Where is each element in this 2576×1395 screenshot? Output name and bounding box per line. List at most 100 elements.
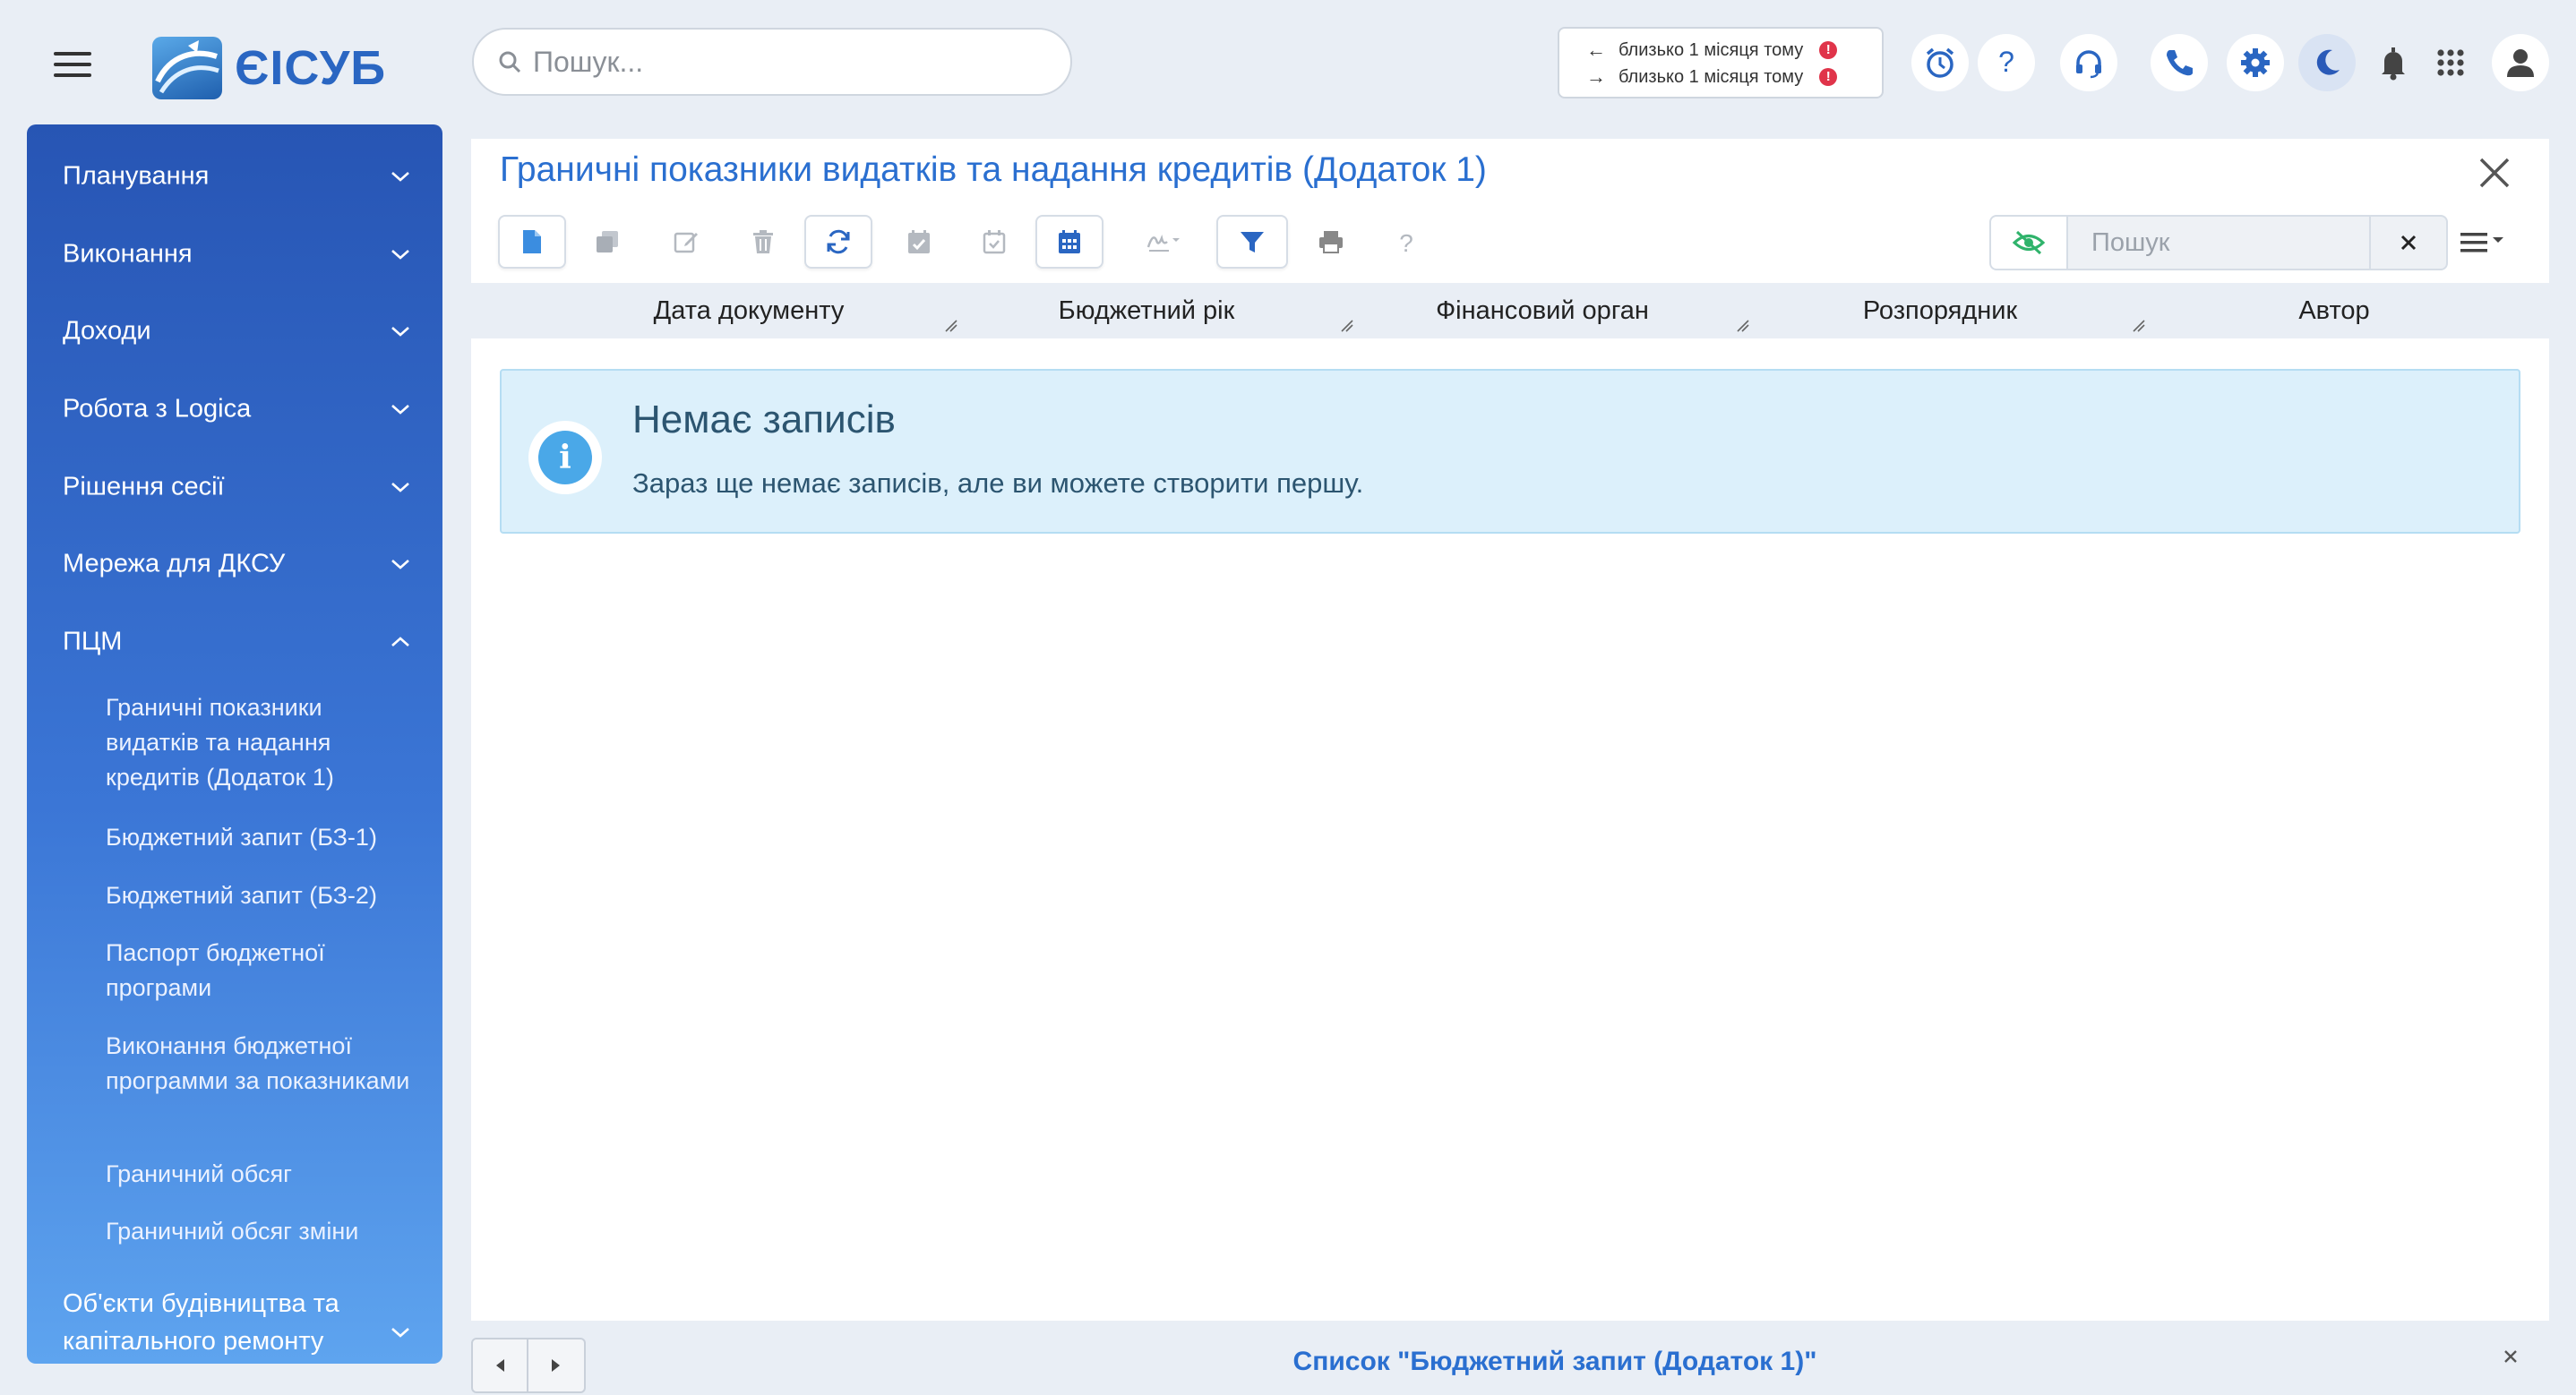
sidebar-item-label: Рішення сесії [63,472,225,501]
sidebar: Планування Виконання Доходи Робота з Log… [27,124,442,1364]
edit-button[interactable] [652,215,720,269]
column-header-author[interactable]: Автор [2173,283,2495,338]
chevron-down-icon [391,248,410,261]
sidebar-item-logica[interactable]: Робота з Logica [27,378,442,441]
chevron-down-icon [391,481,410,493]
close-icon [2400,235,2417,251]
moon-icon[interactable] [2298,34,2356,91]
table-header: Дата документу Бюджетний рік Фінансовий … [471,283,2549,338]
open-tab-label[interactable]: Список "Бюджетний запит (Додаток 1)" [1075,1347,2035,1377]
sidebar-subitem-program-execution[interactable]: Виконання бюджетної программи за показни… [106,1029,410,1099]
next-tab-button[interactable] [528,1338,586,1393]
chevron-down-icon [391,558,410,570]
signature-dropdown-button[interactable] [1123,215,1204,269]
info-icon: i [528,421,602,494]
calendar-check-icon [906,228,932,255]
print-button[interactable] [1297,215,1365,269]
alarm-clock-icon[interactable] [1911,34,1969,91]
copy-icon [594,228,621,255]
menu-lines-icon [2459,229,2509,256]
sidebar-subitem-budget-request-bz1[interactable]: Бюджетний запит (БЗ-1) [106,820,410,855]
sidebar-subitem-limit-volume-changes[interactable]: Граничний обсяг зміни [106,1214,410,1249]
sidebar-item-dksu-network[interactable]: Мережа для ДКСУ [27,533,442,595]
phone-icon[interactable] [2151,34,2208,91]
signature-icon [1146,229,1181,254]
help-icon[interactable]: ? [1978,34,2035,91]
sidebar-item-label: Виконання [63,239,193,269]
filter-button[interactable] [1216,215,1288,269]
sidebar-item-construction[interactable]: Об'єкти будівництва та капітального ремо… [27,1285,442,1364]
resize-grip-icon[interactable] [1340,319,1354,333]
new-document-button[interactable] [498,215,566,269]
refresh-button[interactable] [804,215,872,269]
global-search-input[interactable] [531,44,1000,80]
previous-tab-button[interactable] [471,1338,528,1393]
empty-state: i Немає записів Зараз ще немає записів, … [500,369,2520,534]
column-header-financial-body[interactable]: Фінансовий орган [1381,283,1704,338]
filter-icon [1239,228,1266,255]
clear-search-button[interactable] [2369,215,2448,270]
sidebar-item-label: ПЦМ [63,627,123,656]
column-header-manager[interactable]: Розпорядник [1779,283,2101,338]
columns-menu-button[interactable] [2459,220,2521,265]
sync-outgoing-time: близько 1 місяця тому [1619,66,1804,87]
user-icon[interactable] [2492,34,2549,91]
resize-grip-icon[interactable] [1736,319,1750,333]
sidebar-item-pcm[interactable]: ПЦМ [27,611,442,673]
chevron-down-icon [391,1326,410,1339]
calendar-check-outline-button[interactable] [960,215,1028,269]
column-header-budget-year[interactable]: Бюджетний рік [985,283,1308,338]
resize-grip-icon[interactable] [944,319,958,333]
trash-icon [751,228,775,255]
delete-button[interactable] [729,215,797,269]
empty-state-title: Немає записів [632,398,896,441]
chevron-down-icon [391,403,410,415]
file-icon [520,228,544,255]
eye-slash-icon [2012,229,2046,256]
close-icon[interactable] [2474,152,2515,193]
sidebar-item-planning[interactable]: Планування [27,145,442,208]
chevron-down-icon [391,170,410,183]
sidebar-subitem-limit-volume[interactable]: Граничний обсяг [106,1157,410,1192]
sidebar-item-revenues[interactable]: Доходи [27,300,442,363]
sync-status[interactable]: ← близько 1 місяця тому ! → близько 1 мі… [1558,27,1884,98]
copy-button[interactable] [573,215,641,269]
visibility-toggle-button[interactable] [1989,215,2068,270]
caret-left-icon [496,1359,504,1372]
apps-grid-icon[interactable] [2422,34,2479,91]
gear-icon[interactable] [2227,34,2284,91]
global-search[interactable] [472,28,1072,96]
headset-icon[interactable] [2060,34,2117,91]
page-title: Граничні показники видатків та надання к… [500,150,1487,189]
calendar-icon [1057,228,1082,255]
sidebar-item-label: Мережа для ДКСУ [63,549,286,578]
main-menu-toggle[interactable] [54,52,93,79]
close-tab-button[interactable] [2497,1343,2524,1370]
sidebar-subitem-budget-request-bz2[interactable]: Бюджетний запит (БЗ-2) [106,878,410,913]
toolbar-help-button[interactable]: ? [1372,215,1440,269]
calendar-button[interactable] [1035,215,1103,269]
sidebar-item-execution[interactable]: Виконання [27,223,442,286]
column-header-document-date[interactable]: Дата документу [588,283,910,338]
alert-icon: ! [1819,68,1838,86]
close-icon [2504,1350,2517,1363]
sidebar-item-session-decisions[interactable]: Рішення сесії [27,456,442,518]
app-name: ЄІСУБ [235,41,387,95]
table-search[interactable] [2068,215,2369,270]
chevron-down-icon [391,325,410,338]
sidebar-item-label: Доходи [63,316,151,346]
sidebar-subitem-limits-appendix1[interactable]: Граничні показники видатків та надання к… [106,690,410,795]
bell-icon[interactable] [2365,34,2422,91]
alert-icon: ! [1819,41,1838,59]
refresh-icon [824,227,853,256]
sidebar-subitem-program-passport[interactable]: Паспорт бюджетної програми [106,936,410,1006]
print-icon [1318,229,1344,254]
table-search-input[interactable] [2090,227,2353,259]
app-logo[interactable]: ЄІСУБ [152,34,386,102]
arrow-left-icon: ← [1586,39,1606,61]
arrow-right-icon: → [1586,65,1606,88]
calendar-check-button[interactable] [885,215,953,269]
resize-grip-icon[interactable] [2132,319,2146,333]
caret-right-icon [552,1359,560,1372]
svg-text:?: ? [1998,46,2014,78]
